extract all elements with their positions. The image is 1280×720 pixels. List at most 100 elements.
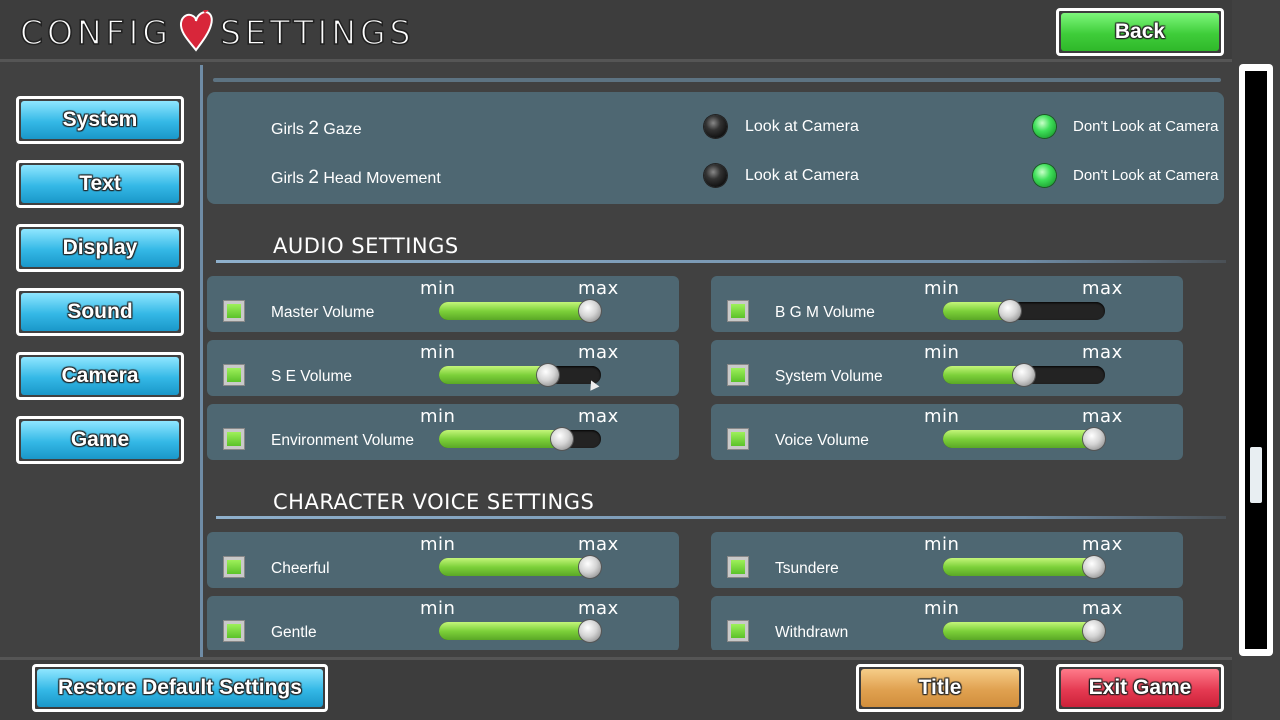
- volume-slider-track[interactable]: [439, 300, 601, 322]
- nav-sound-button[interactable]: Sound: [16, 288, 184, 336]
- enable-checkbox[interactable]: [727, 428, 749, 450]
- volume-slider-fill: [943, 558, 1102, 576]
- head-movement-row: Girls 2 Head Movement Look at Camera Don…: [207, 163, 1224, 193]
- slider-label: Master Volume: [271, 304, 375, 321]
- max-label: max: [578, 534, 619, 555]
- max-label: max: [578, 406, 619, 427]
- scrollbar-track[interactable]: [1245, 71, 1267, 649]
- enable-checkbox[interactable]: [727, 364, 749, 386]
- max-label: max: [578, 598, 619, 619]
- gaze-look-radio[interactable]: [704, 115, 727, 138]
- volume-slider-knob[interactable]: [1083, 428, 1105, 450]
- nav-sound-label: Sound: [67, 300, 133, 323]
- page-title: CONFIG SETTINGS: [19, 10, 414, 54]
- settings-scroll-area[interactable]: Girls 2 Gaze Look at Camera Don't Look a…: [207, 65, 1227, 650]
- gaze-dont-look-label[interactable]: Don't Look at Camera: [1073, 118, 1218, 135]
- volume-slider-track[interactable]: [439, 428, 601, 450]
- back-button-label: Back: [1114, 20, 1166, 43]
- volume-slider-track[interactable]: [943, 428, 1105, 450]
- vertical-scrollbar[interactable]: [1239, 64, 1273, 656]
- volume-slider-fill: [439, 558, 598, 576]
- volume-slider-knob[interactable]: [579, 620, 601, 642]
- enable-checkbox[interactable]: [223, 300, 245, 322]
- slider-label: Tsundere: [775, 560, 839, 577]
- enable-checkbox[interactable]: [727, 556, 749, 578]
- head-look-radio[interactable]: [704, 164, 727, 187]
- config-screen: CONFIG SETTINGS Back System Text Display…: [0, 0, 1280, 720]
- audio-slider-panel: System Volume min max: [711, 340, 1183, 396]
- volume-slider-track[interactable]: [943, 364, 1105, 386]
- gaze-row: Girls 2 Gaze Look at Camera Don't Look a…: [207, 114, 1224, 144]
- audio-slider-panel: S E Volume min max: [207, 340, 679, 396]
- volume-slider-knob[interactable]: [1013, 364, 1035, 386]
- audio-slider-panel: Master Volume min max: [207, 276, 679, 332]
- nav-display-button[interactable]: Display: [16, 224, 184, 272]
- min-label: min: [420, 406, 456, 427]
- title-button-label: Title: [918, 676, 962, 699]
- head-look-label[interactable]: Look at Camera: [745, 167, 859, 185]
- back-button[interactable]: Back: [1056, 8, 1224, 56]
- audio-settings-title: AUDIO SETTINGS: [273, 234, 459, 258]
- volume-slider-knob[interactable]: [1083, 556, 1105, 578]
- nav-game-button[interactable]: Game: [16, 416, 184, 464]
- head-dont-look-label[interactable]: Don't Look at Camera: [1073, 167, 1218, 184]
- volume-slider-knob[interactable]: [579, 556, 601, 578]
- enable-checkbox[interactable]: [727, 300, 749, 322]
- volume-slider-knob[interactable]: [551, 428, 573, 450]
- volume-slider-track[interactable]: [439, 556, 601, 578]
- audio-slider-panel: Environment Volume min max: [207, 404, 679, 460]
- exit-game-button[interactable]: Exit Game: [1056, 664, 1224, 712]
- voice-slider-panel: Gentle min max: [207, 596, 679, 650]
- volume-slider-knob[interactable]: [537, 364, 559, 386]
- min-label: min: [924, 534, 960, 555]
- nav-text-button[interactable]: Text: [16, 160, 184, 208]
- nav-game-label: Game: [70, 428, 130, 451]
- slider-label: System Volume: [775, 368, 883, 385]
- volume-slider-track[interactable]: [943, 300, 1105, 322]
- enable-checkbox[interactable]: [223, 556, 245, 578]
- min-label: min: [420, 342, 456, 363]
- min-label: min: [924, 342, 960, 363]
- volume-slider-track[interactable]: [943, 620, 1105, 642]
- volume-slider-knob[interactable]: [1083, 620, 1105, 642]
- enable-checkbox[interactable]: [223, 620, 245, 642]
- min-label: min: [924, 278, 960, 299]
- max-label: max: [578, 342, 619, 363]
- volume-slider-track[interactable]: [439, 620, 601, 642]
- slider-label: Voice Volume: [775, 432, 869, 449]
- volume-slider-fill: [439, 622, 598, 640]
- head-movement-row-label: Girls 2 Head Movement: [271, 167, 441, 188]
- volume-slider-knob[interactable]: [579, 300, 601, 322]
- nav-camera-label: Camera: [61, 364, 139, 387]
- max-label: max: [1082, 534, 1123, 555]
- gaze-settings-panel: Girls 2 Gaze Look at Camera Don't Look a…: [207, 92, 1224, 204]
- gaze-dont-look-radio[interactable]: [1033, 115, 1056, 138]
- exit-game-label: Exit Game: [1088, 676, 1192, 699]
- slider-label: Withdrawn: [775, 624, 849, 641]
- enable-checkbox[interactable]: [223, 364, 245, 386]
- min-label: min: [924, 598, 960, 619]
- audio-slider-panel: Voice Volume min max: [711, 404, 1183, 460]
- nav-display-label: Display: [62, 236, 138, 259]
- scrollbar-thumb[interactable]: [1250, 446, 1262, 503]
- nav-system-label: System: [62, 108, 138, 131]
- volume-slider-knob[interactable]: [999, 300, 1021, 322]
- volume-slider-track[interactable]: [439, 364, 601, 386]
- gaze-look-label[interactable]: Look at Camera: [745, 118, 859, 136]
- nav-divider: [200, 65, 203, 657]
- voice-slider-panel: Tsundere min max: [711, 532, 1183, 588]
- nav-system-button[interactable]: System: [16, 96, 184, 144]
- enable-checkbox[interactable]: [727, 620, 749, 642]
- nav-camera-button[interactable]: Camera: [16, 352, 184, 400]
- enable-checkbox[interactable]: [223, 428, 245, 450]
- title-button[interactable]: Title: [856, 664, 1024, 712]
- slider-label: Cheerful: [271, 560, 330, 577]
- audio-slider-panel: B G M Volume min max: [711, 276, 1183, 332]
- slider-label: Gentle: [271, 624, 317, 641]
- volume-slider-track[interactable]: [943, 556, 1105, 578]
- gaze-row-label: Girls 2 Gaze: [271, 118, 362, 139]
- character-voice-section-rule: [216, 516, 1226, 519]
- head-dont-look-radio[interactable]: [1033, 164, 1056, 187]
- restore-defaults-label: Restore Default Settings: [58, 676, 302, 699]
- restore-defaults-button[interactable]: Restore Default Settings: [32, 664, 328, 712]
